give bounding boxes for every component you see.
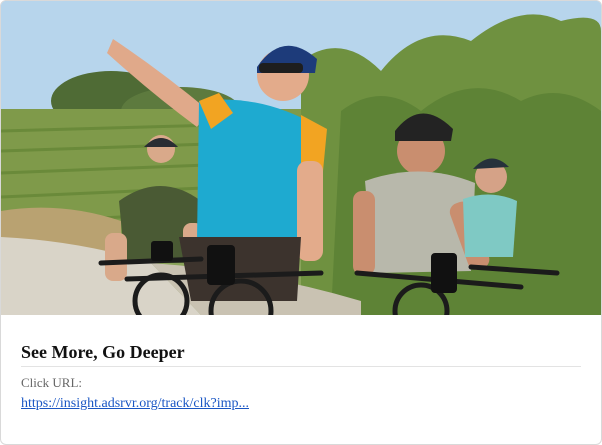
ad-title[interactable]: See More, Go Deeper (21, 315, 581, 363)
click-url-label: Click URL: (21, 375, 83, 390)
cyclists-photo (1, 1, 601, 315)
click-url-link[interactable]: https://insight.adsrvr.org/track/clk?imp… (21, 395, 249, 413)
ad-card[interactable]: See More, Go Deeper Click URL: https://i… (0, 0, 602, 445)
card-body: See More, Go Deeper Click URL: https://i… (21, 315, 581, 413)
hero-image[interactable] (1, 1, 601, 315)
divider (21, 366, 581, 367)
